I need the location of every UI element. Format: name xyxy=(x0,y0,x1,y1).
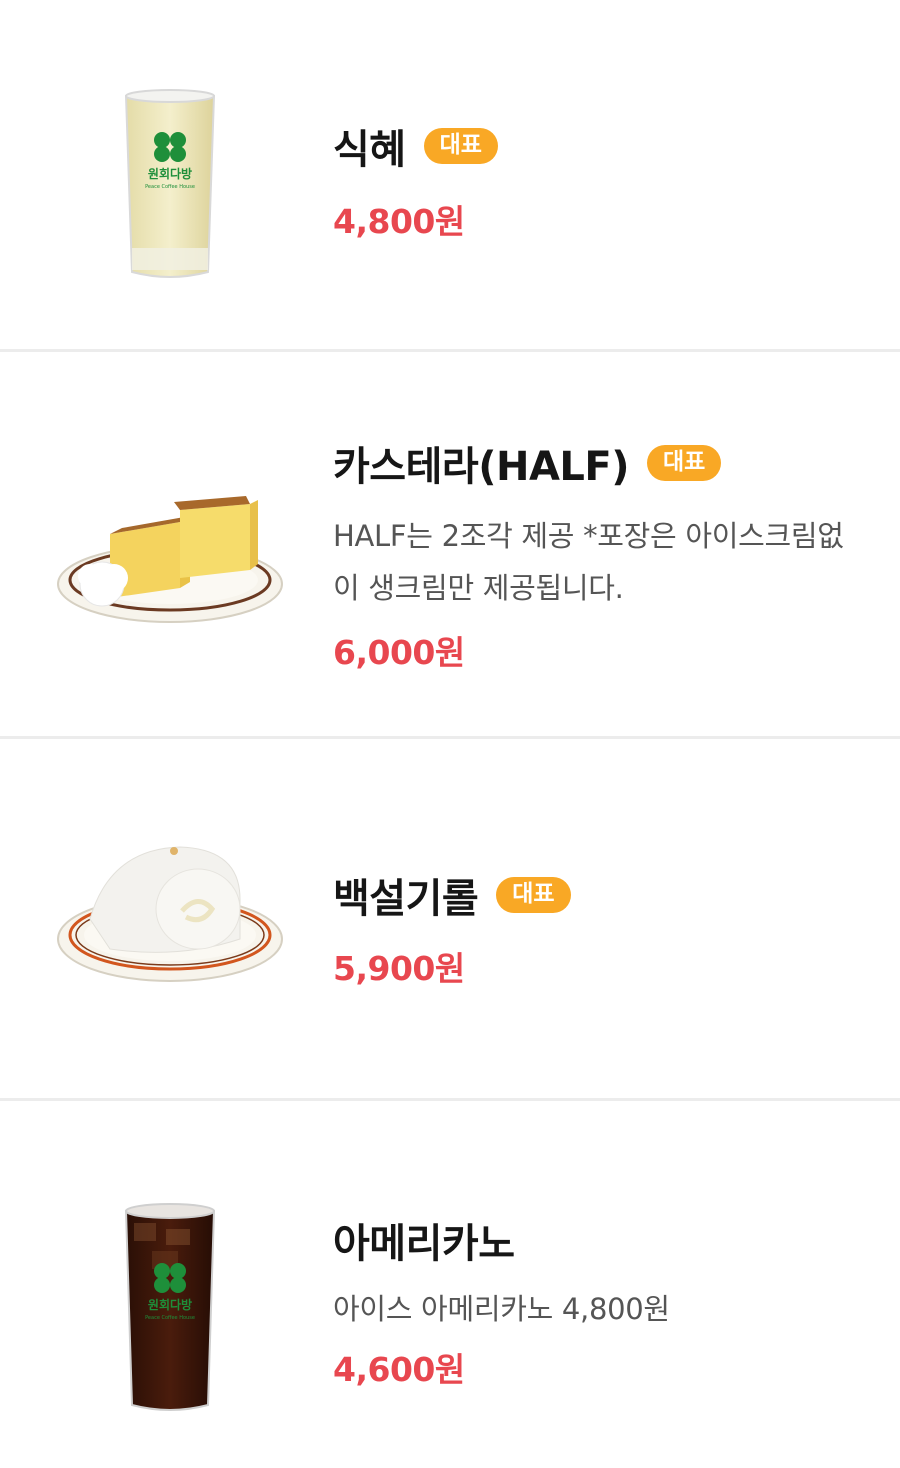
signature-badge: 대표 xyxy=(647,445,722,481)
menu-item-castella[interactable]: 카스테라(HALF) 대표 HALF는 2조각 제공 *포장은 아이스크림없이 … xyxy=(0,352,900,739)
signature-badge: 대표 xyxy=(423,128,498,164)
item-price: 5,900원 xyxy=(333,949,465,988)
iced-americano-image: 원회다방 Peace Coffee House xyxy=(50,1201,290,1416)
item-name: 식혜 xyxy=(333,127,406,173)
item-name: 아메리카노 xyxy=(333,1221,515,1267)
menu-item-sikhye[interactable]: 원회다방 Peace Coffee House 식혜 대표 4,800원 xyxy=(0,0,900,352)
sikhye-image: 원회다방 Peace Coffee House xyxy=(50,88,290,283)
logo-subtext: Peace Coffee House xyxy=(145,184,195,190)
menu-item-americano[interactable]: 원회다방 Peace Coffee House 아메리카노 아이스 아메리카노 … xyxy=(0,1101,900,1468)
item-name: 백설기롤 xyxy=(333,876,479,922)
item-description: HALF는 2조각 제공 *포장은 아이스크림없이 생크림만 제공됩니다. xyxy=(333,519,844,605)
castella-image xyxy=(50,492,290,632)
item-price: 6,000원 xyxy=(333,633,465,672)
menu-list: 원회다방 Peace Coffee House 식혜 대표 4,800원 카스테… xyxy=(0,0,900,1468)
rice-cake-roll-image xyxy=(50,839,290,989)
logo-text: 원회다방 xyxy=(148,1297,192,1312)
item-price: 4,600원 xyxy=(333,1350,465,1389)
signature-badge: 대표 xyxy=(496,877,571,913)
logo-subtext: Peace Coffee House xyxy=(145,1315,195,1321)
menu-item-rice-cake-roll[interactable]: 백설기롤 대표 5,900원 xyxy=(0,739,900,1101)
item-description: 아이스 아메리카노 4,800원 xyxy=(333,1292,670,1326)
logo-text: 원회다방 xyxy=(148,166,192,181)
item-price: 4,800원 xyxy=(333,202,465,241)
item-name: 카스테라(HALF) xyxy=(333,444,630,490)
